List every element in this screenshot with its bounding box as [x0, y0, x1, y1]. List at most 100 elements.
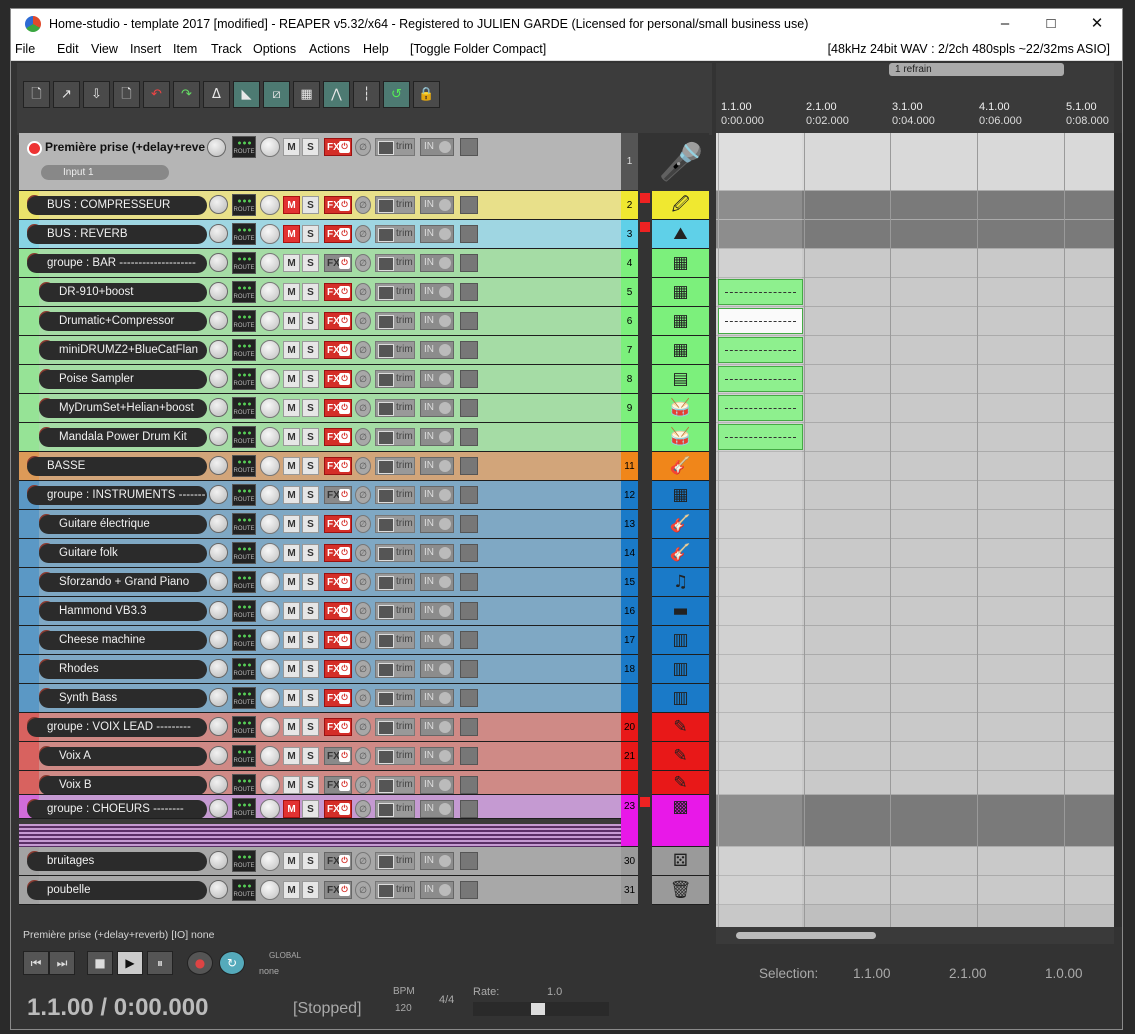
- track-row[interactable]: poubelle ROUTE M S FX ⏻ ∅ trim IN: [19, 876, 621, 905]
- io-button[interactable]: [460, 283, 478, 301]
- io-button[interactable]: [460, 544, 478, 562]
- route-button[interactable]: ROUTE: [232, 716, 256, 738]
- volume-knob[interactable]: [209, 717, 228, 736]
- fx-bypass-icon[interactable]: ⏻: [339, 228, 350, 240]
- volume-knob[interactable]: [209, 398, 228, 417]
- fx-button[interactable]: FX ⏻: [324, 283, 352, 301]
- phase-button[interactable]: ∅: [355, 881, 371, 899]
- midi-item[interactable]: [718, 366, 803, 392]
- solo-button[interactable]: S: [302, 138, 319, 156]
- volume-knob[interactable]: [209, 485, 228, 504]
- phase-button[interactable]: ∅: [355, 138, 371, 156]
- track-name[interactable]: Voix A: [39, 747, 207, 766]
- phase-button[interactable]: ∅: [355, 852, 371, 870]
- go-to-start-button[interactable]: ⏮: [23, 951, 49, 975]
- fx-button[interactable]: FX ⏻: [324, 515, 352, 533]
- menu-insert[interactable]: Insert: [130, 42, 161, 56]
- solo-button[interactable]: S: [302, 718, 319, 736]
- track-row[interactable]: DR-910+boost ROUTE M S FX ⏻ ∅ trim IN: [19, 278, 621, 307]
- pan-knob[interactable]: [260, 427, 280, 447]
- route-button[interactable]: ROUTE: [232, 850, 256, 872]
- input-monitor-button[interactable]: IN: [420, 312, 454, 330]
- mute-button[interactable]: M: [283, 486, 300, 504]
- grid-icon[interactable]: ▦: [293, 81, 320, 108]
- input-monitor-button[interactable]: IN: [420, 660, 454, 678]
- track-row[interactable]: Poise Sampler ROUTE M S FX ⏻ ∅ trim IN: [19, 365, 621, 394]
- track-name[interactable]: BUS : COMPRESSEUR: [27, 196, 207, 215]
- pan-knob[interactable]: [260, 543, 280, 563]
- fx-bypass-icon[interactable]: ⏻: [339, 605, 350, 617]
- volume-knob[interactable]: [209, 195, 228, 214]
- fx-bypass-icon[interactable]: ⏻: [339, 518, 350, 530]
- track-name[interactable]: Sforzando + Grand Piano: [39, 573, 207, 592]
- automation-trim-button[interactable]: trim: [375, 800, 415, 818]
- maximize-button[interactable]: □: [1028, 13, 1074, 37]
- pan-knob[interactable]: [260, 799, 280, 818]
- position-display[interactable]: 1.1.00 / 0:00.000: [27, 994, 208, 1022]
- fx-button[interactable]: FX ⏻: [324, 689, 352, 707]
- mute-button[interactable]: M: [283, 370, 300, 388]
- volume-knob[interactable]: [209, 369, 228, 388]
- fx-button[interactable]: FX ⏻: [324, 254, 352, 272]
- envelope-icon[interactable]: ┆: [353, 81, 380, 108]
- route-button[interactable]: ROUTE: [232, 484, 256, 506]
- phase-button[interactable]: ∅: [355, 254, 371, 272]
- mute-button[interactable]: M: [283, 515, 300, 533]
- track-row[interactable]: groupe : INSTRUMENTS ------- ROUTE M S FX ⏻ ∅ t…: [19, 481, 621, 510]
- pan-knob[interactable]: [260, 630, 280, 650]
- fx-button[interactable]: FX ⏻: [324, 370, 352, 388]
- pan-knob[interactable]: [260, 253, 280, 273]
- solo-button[interactable]: S: [302, 341, 319, 359]
- automation-trim-button[interactable]: trim: [375, 747, 415, 765]
- track-row[interactable]: Drumatic+Compressor ROUTE M S FX ⏻ ∅ trim IN: [19, 307, 621, 336]
- solo-button[interactable]: S: [302, 631, 319, 649]
- mute-button[interactable]: M: [283, 881, 300, 899]
- fx-button[interactable]: FX ⏻: [324, 660, 352, 678]
- io-button[interactable]: [460, 486, 478, 504]
- open-icon[interactable]: ↗: [53, 81, 80, 108]
- fx-bypass-icon[interactable]: ⏻: [339, 373, 350, 385]
- io-button[interactable]: [460, 689, 478, 707]
- route-button[interactable]: ROUTE: [232, 774, 256, 794]
- track-name[interactable]: MyDrumSet+Helian+boost: [39, 399, 207, 418]
- route-button[interactable]: ROUTE: [232, 542, 256, 564]
- solo-button[interactable]: S: [302, 283, 319, 301]
- pan-knob[interactable]: [260, 851, 280, 871]
- fx-button[interactable]: FX ⏻: [324, 486, 352, 504]
- route-button[interactable]: ROUTE: [232, 339, 256, 361]
- arrange-view[interactable]: [716, 133, 1114, 927]
- pan-knob[interactable]: [260, 224, 280, 244]
- phase-button[interactable]: ∅: [355, 370, 371, 388]
- automation-trim-button[interactable]: trim: [375, 283, 415, 301]
- pan-knob[interactable]: [260, 195, 280, 215]
- redo-icon[interactable]: ↷: [173, 81, 200, 108]
- automation-trim-button[interactable]: trim: [375, 776, 415, 794]
- volume-knob[interactable]: [209, 282, 228, 301]
- metronome-icon[interactable]: Δ: [203, 81, 230, 108]
- input-monitor-button[interactable]: IN: [420, 573, 454, 591]
- menu-toggle-folder-compact[interactable]: [Toggle Folder Compact]: [410, 42, 546, 56]
- track-row-1[interactable]: Première prise (+delay+rever Input 1 ROUTE…: [19, 133, 621, 191]
- pan-knob[interactable]: [260, 282, 280, 302]
- solo-button[interactable]: S: [302, 457, 319, 475]
- pan-knob[interactable]: [260, 456, 280, 476]
- fx-button[interactable]: FX ⏻: [324, 631, 352, 649]
- automation-trim-button[interactable]: trim: [375, 881, 415, 899]
- automation-trim-button[interactable]: trim: [375, 544, 415, 562]
- selection-length[interactable]: 1.0.00: [1045, 966, 1083, 981]
- selection-start[interactable]: 1.1.00: [853, 966, 891, 981]
- io-button[interactable]: [460, 573, 478, 591]
- fx-button[interactable]: FX ⏻: [324, 718, 352, 736]
- automation-trim-button[interactable]: trim: [375, 341, 415, 359]
- input-selector[interactable]: Input 1: [41, 165, 169, 180]
- volume-knob[interactable]: [209, 630, 228, 649]
- mute-button[interactable]: M: [283, 631, 300, 649]
- snap-icon[interactable]: ◣: [233, 81, 260, 108]
- route-button[interactable]: ROUTE: [232, 252, 256, 274]
- track-row[interactable]: MyDrumSet+Helian+boost ROUTE M S FX ⏻ ∅ trim IN: [19, 394, 621, 423]
- solo-button[interactable]: S: [302, 196, 319, 214]
- record-button[interactable]: ●: [187, 951, 213, 975]
- phase-button[interactable]: ∅: [355, 660, 371, 678]
- track-row[interactable]: bruitages ROUTE M S FX ⏻ ∅ trim IN: [19, 847, 621, 876]
- io-button[interactable]: [460, 776, 478, 794]
